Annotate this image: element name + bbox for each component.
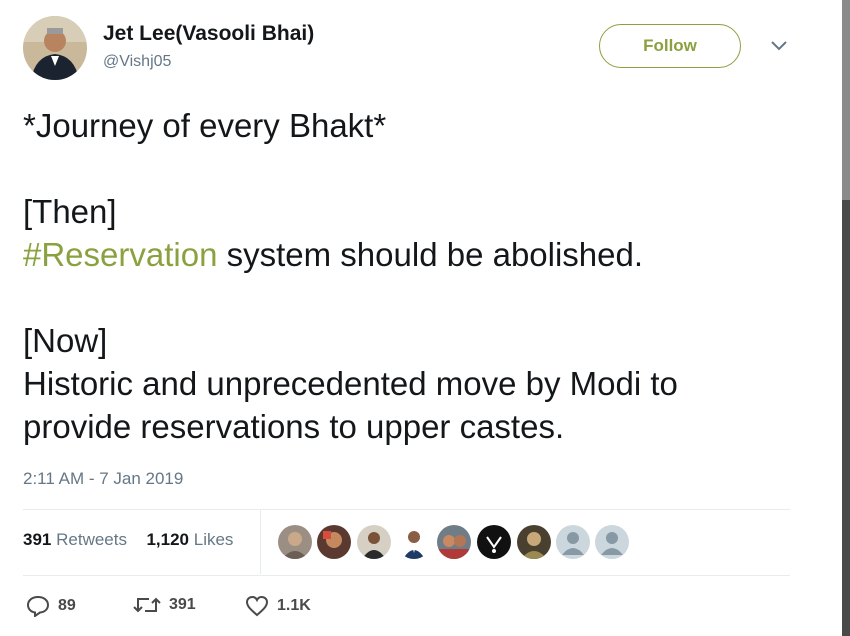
- liker-avatar[interactable]: [477, 525, 511, 559]
- liker-avatar[interactable]: [278, 525, 312, 559]
- tweet-line: Historic and unprecedented move by Modi …: [23, 365, 678, 402]
- liker-avatar[interactable]: [595, 525, 629, 559]
- likes-count[interactable]: 1,120: [146, 530, 189, 549]
- hashtag-link[interactable]: #Reservation: [23, 236, 217, 273]
- tweet-line: [Now]: [23, 322, 108, 359]
- like-action[interactable]: 1.1K: [245, 595, 311, 617]
- window-edge-top: [842, 0, 850, 200]
- follow-button[interactable]: Follow: [599, 24, 741, 68]
- retweets-count[interactable]: 391: [23, 530, 51, 549]
- tweet-line: provide reservations to upper castes.: [23, 408, 565, 445]
- tweet-text: *Journey of every Bhakt* [Then] #Reserva…: [23, 104, 823, 448]
- retweet-icon: [133, 597, 161, 613]
- author-avatar[interactable]: [23, 16, 87, 80]
- tweet-line: *Journey of every Bhakt*: [23, 107, 387, 144]
- tweet-timestamp[interactable]: 2:11 AM - 7 Jan 2019: [23, 469, 183, 489]
- author-display-name[interactable]: Jet Lee(Vasooli Bhai): [103, 22, 314, 46]
- liker-avatar[interactable]: [437, 525, 471, 559]
- liker-avatar[interactable]: [317, 525, 351, 559]
- reply-count: 89: [58, 597, 76, 614]
- tweet-line: #Reservation system should be abolished.: [23, 233, 823, 276]
- chevron-down-icon[interactable]: [770, 40, 788, 52]
- retweet-action[interactable]: 391: [133, 595, 196, 615]
- reply-icon: [26, 595, 50, 617]
- like-count: 1.1K: [277, 597, 311, 614]
- reply-action[interactable]: 89: [26, 595, 76, 617]
- liker-avatar[interactable]: [397, 525, 431, 559]
- liker-avatar[interactable]: [357, 525, 391, 559]
- author-handle[interactable]: @Vishj05: [103, 53, 171, 71]
- divider: [23, 575, 790, 576]
- retweet-count: 391: [169, 596, 196, 613]
- tweet-line-text: system should be abolished.: [217, 236, 644, 273]
- liker-avatar[interactable]: [517, 525, 551, 559]
- retweets-label[interactable]: Retweets: [56, 530, 127, 549]
- divider: [23, 509, 790, 510]
- divider-vertical: [260, 510, 261, 574]
- likes-label[interactable]: Likes: [194, 530, 234, 549]
- heart-icon: [245, 595, 269, 617]
- liker-avatar[interactable]: [556, 525, 590, 559]
- engagement-stats: 391 Retweets 1,120 Likes: [23, 530, 233, 550]
- tweet-line: [Then]: [23, 193, 117, 230]
